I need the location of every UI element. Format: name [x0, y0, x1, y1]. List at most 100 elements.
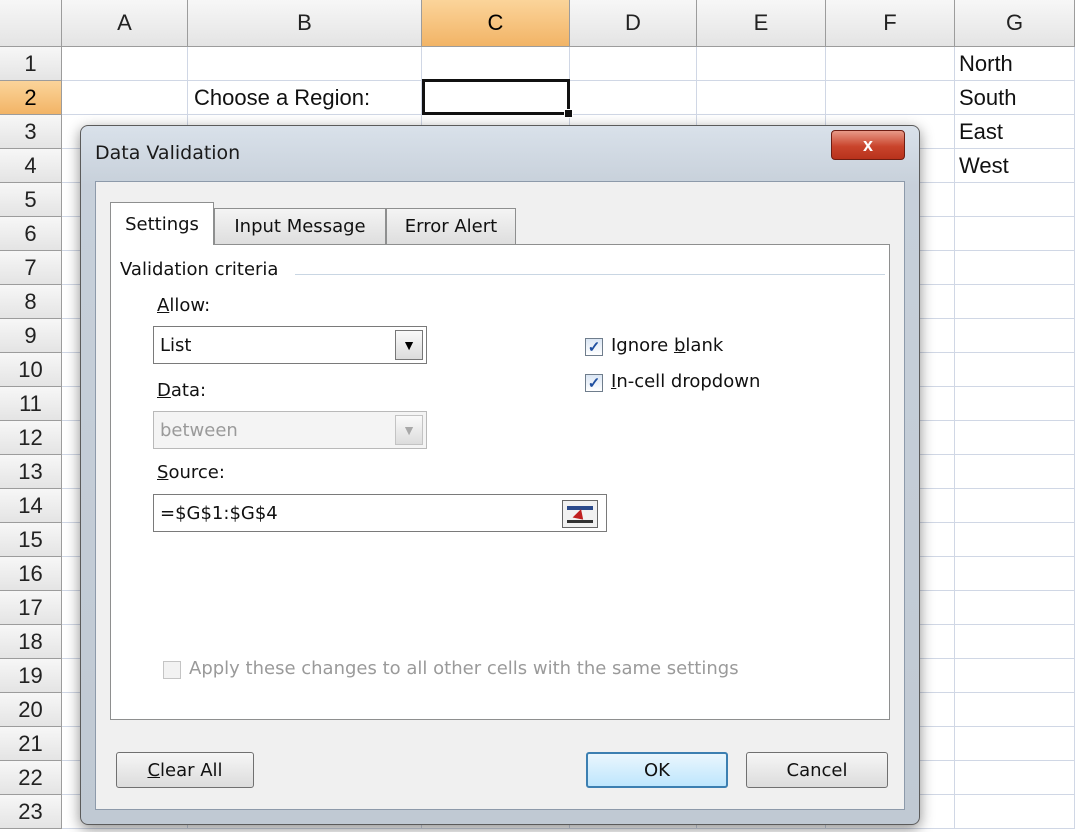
- cell-f2[interactable]: [826, 81, 955, 115]
- cell-g5[interactable]: [955, 183, 1075, 217]
- apply-to-all-checkbox[interactable]: [163, 661, 181, 679]
- cell-g17[interactable]: [955, 591, 1075, 625]
- row-header-20[interactable]: 20: [0, 693, 62, 727]
- row-header-17[interactable]: 17: [0, 591, 62, 625]
- validation-criteria-label: Validation criteria: [120, 259, 279, 280]
- row-header-2[interactable]: 2: [0, 81, 62, 115]
- cell-g6[interactable]: [955, 217, 1075, 251]
- source-label: Source:: [157, 462, 225, 483]
- row-header-21[interactable]: 21: [0, 727, 62, 761]
- cell-g11[interactable]: [955, 387, 1075, 421]
- close-button[interactable]: x: [831, 130, 905, 160]
- collapse-dialog-icon[interactable]: [562, 500, 598, 528]
- cell-g16[interactable]: [955, 557, 1075, 591]
- chevron-down-icon: ▼: [395, 415, 423, 445]
- cell-b1[interactable]: [188, 47, 422, 81]
- cell-g10[interactable]: [955, 353, 1075, 387]
- row-header-10[interactable]: 10: [0, 353, 62, 387]
- close-icon: x: [862, 134, 873, 155]
- ignore-blank-label[interactable]: Ignore blank: [611, 335, 723, 356]
- row-header-4[interactable]: 4: [0, 149, 62, 183]
- column-header-f[interactable]: F: [826, 0, 955, 47]
- cell-g18[interactable]: [955, 625, 1075, 659]
- row-header-22[interactable]: 22: [0, 761, 62, 795]
- apply-to-all-label: Apply these changes to all other cells w…: [189, 658, 739, 679]
- cell-c1[interactable]: [422, 47, 570, 81]
- active-cell-c2[interactable]: [422, 79, 573, 118]
- ok-button[interactable]: OK: [586, 752, 728, 788]
- in-cell-dropdown-checkbox[interactable]: ✓: [585, 374, 603, 392]
- cell-g1[interactable]: North: [955, 47, 1075, 81]
- cell-g23[interactable]: [955, 795, 1075, 829]
- source-input[interactable]: =$G$1:$G$4: [153, 494, 607, 532]
- cell-g4[interactable]: West: [955, 149, 1075, 183]
- column-header-g[interactable]: G: [955, 0, 1075, 47]
- data-select[interactable]: between ▼: [153, 411, 427, 449]
- row-header-16[interactable]: 16: [0, 557, 62, 591]
- ignore-blank-checkbox[interactable]: ✓: [585, 338, 603, 356]
- dialog-title: Data Validation: [95, 142, 241, 164]
- check-icon: ✓: [587, 375, 601, 392]
- row-header-23[interactable]: 23: [0, 795, 62, 829]
- row-header-8[interactable]: 8: [0, 285, 62, 319]
- row-header-18[interactable]: 18: [0, 625, 62, 659]
- tab-error-alert[interactable]: Error Alert: [386, 208, 516, 244]
- row-header-9[interactable]: 9: [0, 319, 62, 353]
- column-header-c[interactable]: C: [422, 0, 570, 47]
- cell-g7[interactable]: [955, 251, 1075, 285]
- row-header-3[interactable]: 3: [0, 115, 62, 149]
- row-header-5[interactable]: 5: [0, 183, 62, 217]
- cell-g2[interactable]: South: [955, 81, 1075, 115]
- allow-select[interactable]: List ▼: [153, 326, 427, 364]
- row-header-19[interactable]: 19: [0, 659, 62, 693]
- cell-b2[interactable]: Choose a Region:: [188, 81, 422, 115]
- clear-all-button[interactable]: Clear All: [116, 752, 254, 788]
- row-header-7[interactable]: 7: [0, 251, 62, 285]
- cell-g20[interactable]: [955, 693, 1075, 727]
- column-header-a[interactable]: A: [62, 0, 188, 47]
- row-header-12[interactable]: 12: [0, 421, 62, 455]
- select-all-corner[interactable]: [0, 0, 62, 47]
- cell-g12[interactable]: [955, 421, 1075, 455]
- cell-a1[interactable]: [62, 47, 188, 81]
- cell-g3[interactable]: East: [955, 115, 1075, 149]
- cell-g8[interactable]: [955, 285, 1075, 319]
- cell-g9[interactable]: [955, 319, 1075, 353]
- cancel-button[interactable]: Cancel: [746, 752, 888, 788]
- cell-e1[interactable]: [697, 47, 826, 81]
- in-cell-dropdown-label[interactable]: In-cell dropdown: [611, 371, 760, 392]
- column-header-e[interactable]: E: [697, 0, 826, 47]
- column-header-d[interactable]: D: [570, 0, 697, 47]
- cell-g21[interactable]: [955, 727, 1075, 761]
- cell-g22[interactable]: [955, 761, 1075, 795]
- chevron-down-icon[interactable]: ▼: [395, 330, 423, 360]
- allow-value: List: [160, 335, 192, 356]
- column-header-b[interactable]: B: [188, 0, 422, 47]
- cell-g19[interactable]: [955, 659, 1075, 693]
- cell-d1[interactable]: [570, 47, 697, 81]
- cell-g14[interactable]: [955, 489, 1075, 523]
- source-value[interactable]: =$G$1:$G$4: [160, 503, 278, 524]
- row-header-15[interactable]: 15: [0, 523, 62, 557]
- cell-e2[interactable]: [697, 81, 826, 115]
- tab-settings[interactable]: Settings: [110, 202, 214, 245]
- check-icon: ✓: [587, 339, 601, 356]
- cell-g13[interactable]: [955, 455, 1075, 489]
- row-header-13[interactable]: 13: [0, 455, 62, 489]
- row-header-6[interactable]: 6: [0, 217, 62, 251]
- settings-panel: Validation criteria Allow: List ▼ Data: …: [110, 244, 890, 720]
- row-header-14[interactable]: 14: [0, 489, 62, 523]
- row-header-1[interactable]: 1: [0, 47, 62, 81]
- tab-input-message[interactable]: Input Message: [214, 208, 386, 244]
- data-value: between: [160, 420, 238, 441]
- cell-a2[interactable]: [62, 81, 188, 115]
- dialog-body: Settings Input Message Error Alert Valid…: [95, 181, 905, 810]
- row-header-11[interactable]: 11: [0, 387, 62, 421]
- group-divider: [295, 274, 885, 275]
- cell-f1[interactable]: [826, 47, 955, 81]
- cell-g15[interactable]: [955, 523, 1075, 557]
- data-validation-dialog: Data Validation x Settings Input Message…: [80, 125, 920, 825]
- allow-label: Allow:: [157, 295, 211, 316]
- cell-d2[interactable]: [570, 81, 697, 115]
- data-label: Data:: [157, 380, 207, 401]
